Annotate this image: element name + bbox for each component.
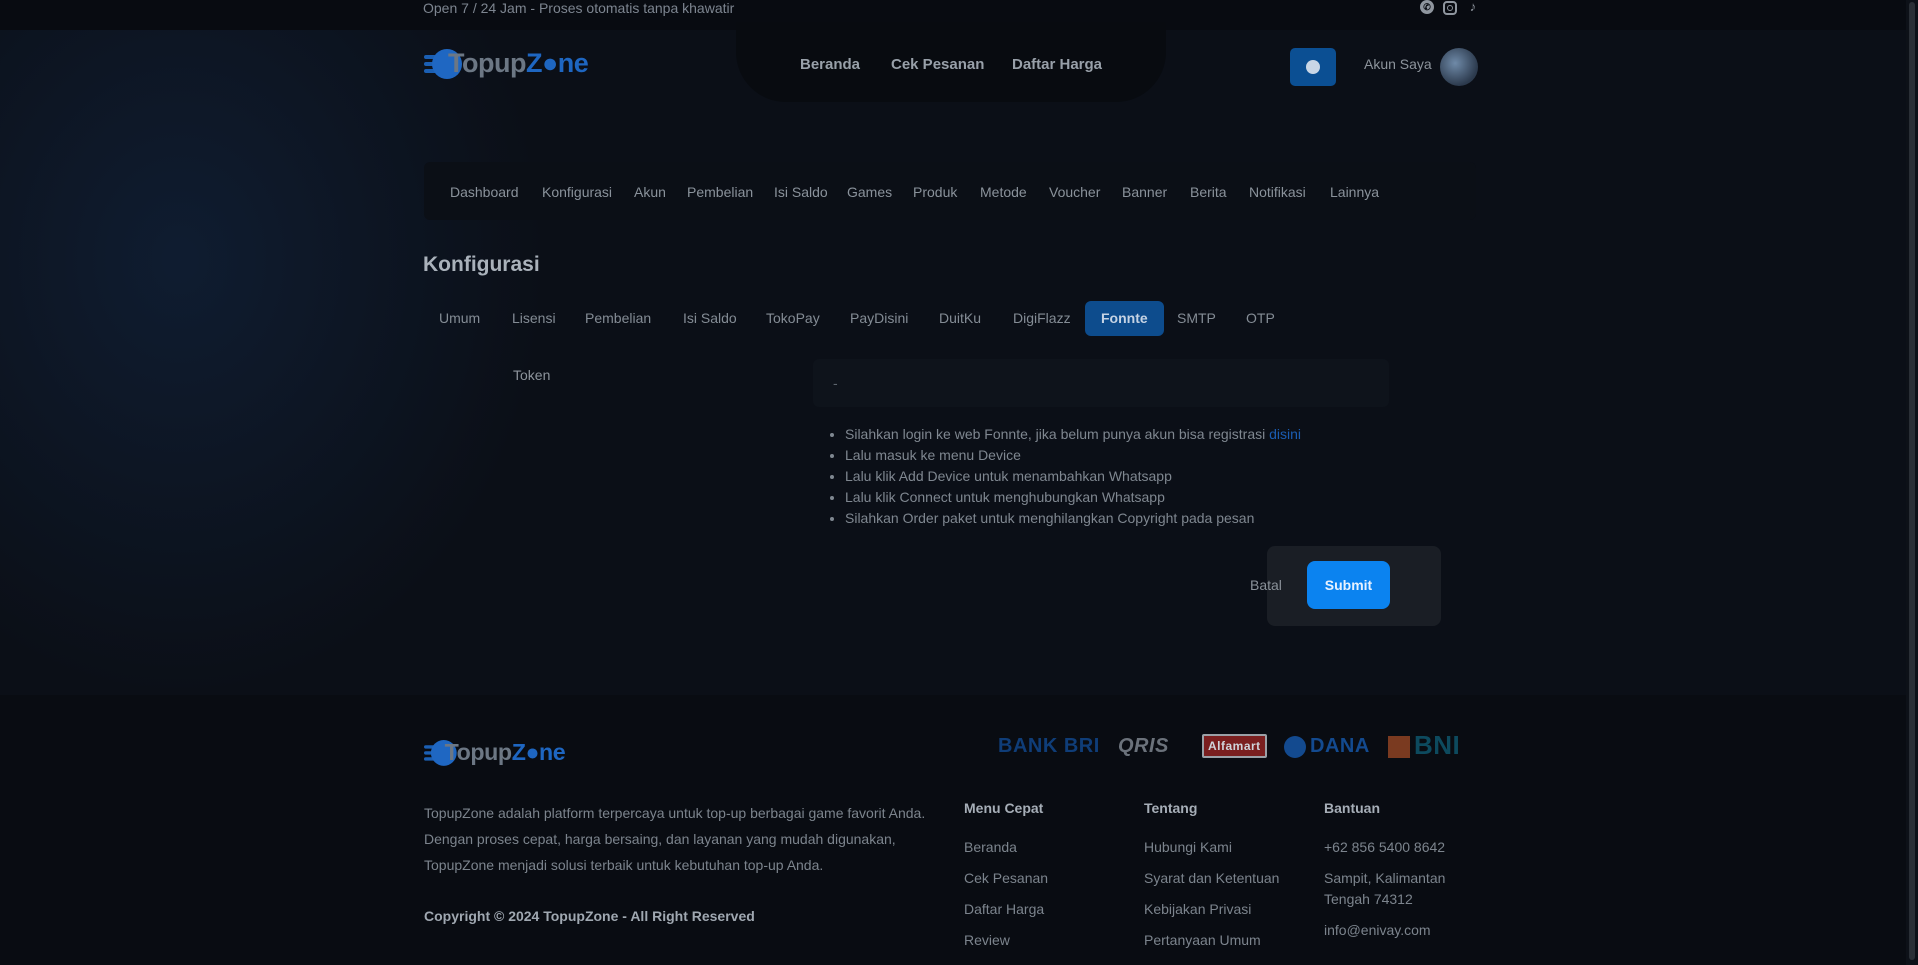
bni-icon (1388, 736, 1410, 759)
token-label: Token (513, 367, 551, 383)
footer-phone[interactable]: +62 856 5400 8642 (1324, 839, 1445, 855)
admin-menu-akun[interactable]: Akun (634, 184, 666, 200)
tagline: Open 7 / 24 Jam - Proses otomatis tanpa … (423, 0, 735, 16)
footer-heading-tentang: Tentang (1144, 800, 1198, 816)
hint-item: Lalu klik Add Device untuk menambahkan W… (845, 466, 1301, 487)
tab-tokopay[interactable]: TokoPay (750, 301, 836, 336)
admin-menu-konfigurasi[interactable]: Konfigurasi (542, 184, 612, 200)
page-title: Konfigurasi (423, 253, 540, 276)
scrollbar-thumb[interactable] (1909, 2, 1915, 960)
hint-list: Silahkan login ke web Fonnte, jika belum… (827, 424, 1301, 529)
dana-logo: DANA (1284, 735, 1370, 758)
admin-menu-voucher[interactable]: Voucher (1049, 184, 1100, 200)
about-text: TopupZone adalah platform terpercaya unt… (424, 805, 926, 873)
nav-beranda[interactable]: Beranda (800, 56, 860, 73)
footer-link-beranda[interactable]: Beranda (964, 839, 1017, 855)
hint-item: Lalu masuk ke menu Device (845, 445, 1301, 466)
tab-umum[interactable]: Umum (423, 301, 496, 336)
tab-fonnte[interactable]: Fonnte (1085, 301, 1164, 336)
alfamart-logo: Alfamart (1202, 734, 1267, 758)
nav-cek-pesanan[interactable]: Cek Pesanan (891, 56, 984, 73)
tab-lisensi[interactable]: Lisensi (496, 301, 572, 336)
footer-link-review[interactable]: Review (964, 932, 1010, 948)
dana-icon (1284, 735, 1306, 758)
bni-logo: BNI (1388, 730, 1460, 761)
background-glow (0, 0, 1918, 695)
token-input[interactable] (813, 359, 1389, 407)
admin-menu-berita[interactable]: Berita (1190, 184, 1227, 200)
qris-logo: QRIS (1118, 735, 1169, 757)
footer (0, 695, 1906, 965)
footer-email[interactable]: info@enivay.com (1324, 922, 1431, 938)
hint-item: Silahkan login ke web Fonnte, jika belum… (845, 424, 1301, 445)
tab-digiflazz[interactable]: DigiFlazz (997, 301, 1087, 336)
admin-menu-games[interactable]: Games (847, 184, 892, 200)
admin-menu-lainnya[interactable]: Lainnya (1330, 184, 1379, 200)
admin-menu-dashboard[interactable]: Dashboard (450, 184, 519, 200)
cancel-button[interactable]: Batal (1250, 577, 1282, 593)
admin-menu-produk[interactable]: Produk (913, 184, 957, 200)
tab-otp[interactable]: OTP (1230, 301, 1291, 336)
tab-isi-saldo[interactable]: Isi Saldo (667, 301, 753, 336)
admin-menu-notifikasi[interactable]: Notifikasi (1249, 184, 1306, 200)
footer-link-hubungi-kami[interactable]: Hubungi Kami (1144, 839, 1232, 855)
whatsapp-icon[interactable]: ✆ (1420, 0, 1434, 14)
nav-daftar-harga[interactable]: Daftar Harga (1012, 56, 1102, 73)
account-label[interactable]: Akun Saya (1364, 56, 1432, 72)
scrollbar[interactable] (1906, 0, 1918, 965)
tab-duitku[interactable]: DuitKu (923, 301, 997, 336)
bank-bri-logo: BANK BRI (998, 735, 1100, 757)
tab-smtp[interactable]: SMTP (1161, 301, 1232, 336)
admin-menu-metode[interactable]: Metode (980, 184, 1027, 200)
footer-address-line-2: Tengah 74312 (1324, 891, 1413, 907)
site-logo[interactable]: TopupZ●ne (424, 48, 589, 79)
instagram-icon[interactable] (1443, 1, 1457, 15)
footer-heading-bantuan: Bantuan (1324, 800, 1380, 816)
hint-item: Silahkan Order paket untuk menghilangkan… (845, 508, 1301, 529)
avatar[interactable] (1440, 48, 1478, 86)
footer-link-daftar-harga[interactable]: Daftar Harga (964, 901, 1044, 917)
tiktok-icon[interactable]: ♪ (1466, 0, 1480, 14)
admin-menu-banner[interactable]: Banner (1122, 184, 1167, 200)
register-link[interactable]: disini (1269, 426, 1301, 442)
gear-icon (1306, 60, 1320, 74)
submit-button[interactable]: Submit (1307, 561, 1390, 609)
copyright: Copyright © 2024 TopupZone - All Right R… (424, 908, 755, 924)
hint-item: Lalu klik Connect untuk menghubungkan Wh… (845, 487, 1301, 508)
settings-button[interactable] (1290, 48, 1336, 86)
tab-paydisini[interactable]: PayDisini (834, 301, 924, 336)
footer-address-line-1: Sampit, Kalimantan (1324, 870, 1446, 886)
footer-link-faq[interactable]: Pertanyaan Umum (1144, 932, 1261, 948)
footer-link-cek-pesanan[interactable]: Cek Pesanan (964, 870, 1048, 886)
footer-heading-menu-cepat: Menu Cepat (964, 800, 1044, 816)
logo-text: TopupZ●ne (444, 739, 566, 765)
footer-link-syarat[interactable]: Syarat dan Ketentuan (1144, 870, 1279, 886)
logo-text: TopupZ●ne (448, 48, 589, 78)
admin-menu-pembelian[interactable]: Pembelian (687, 184, 753, 200)
footer-link-kebijakan[interactable]: Kebijakan Privasi (1144, 901, 1251, 917)
tab-pembelian[interactable]: Pembelian (569, 301, 667, 336)
admin-menu-isi-saldo[interactable]: Isi Saldo (774, 184, 828, 200)
footer-logo[interactable]: TopupZ●ne (424, 739, 566, 766)
